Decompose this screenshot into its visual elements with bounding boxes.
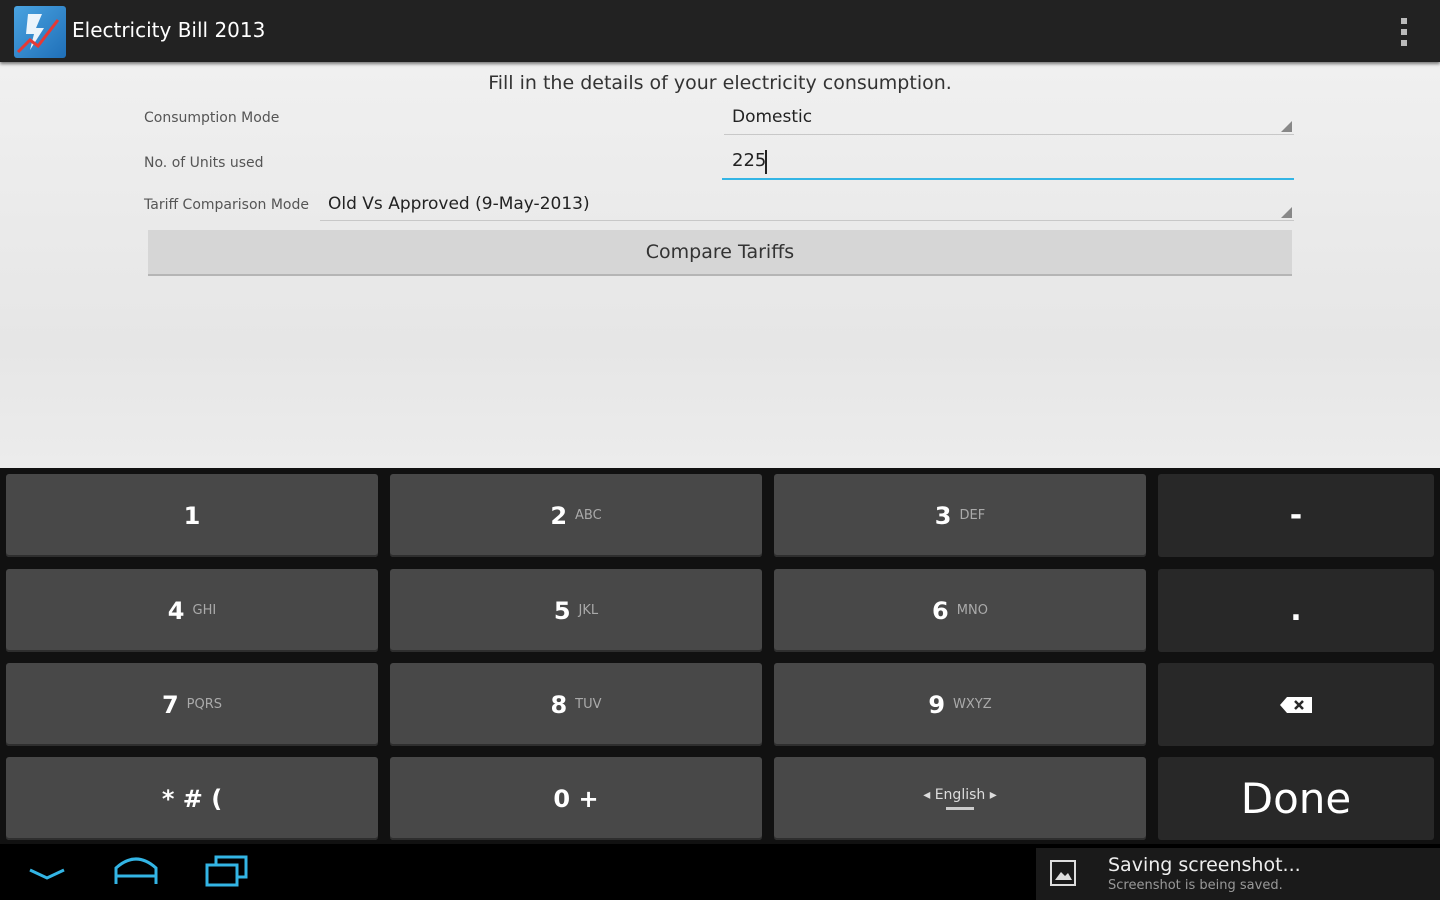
key-done[interactable]: Done: [1158, 757, 1434, 840]
form-area: Fill in the details of your electricity …: [0, 62, 1440, 468]
screenshot-notification[interactable]: Saving screenshot... Screenshot is being…: [1036, 848, 1440, 900]
notification-text: Screenshot is being saved.: [1108, 878, 1283, 893]
action-bar: Electricity Bill 2013: [0, 0, 1440, 62]
key-7[interactable]: 7 PQRS: [6, 663, 378, 746]
numeric-keyboard: 1 2 ABC 3 DEF - 4 GHI 5 JKL 6 MNO . 7 PQRS 8 TU…: [0, 468, 1440, 844]
key-1[interactable]: 1: [6, 474, 378, 557]
text-cursor: [765, 150, 767, 174]
spacebar-icon: [945, 807, 974, 810]
dropdown-arrow-icon: [1281, 207, 1292, 218]
dropdown-arrow-icon: [1281, 121, 1292, 132]
tariff-mode-label: Tariff Comparison Mode: [144, 197, 309, 213]
key-4[interactable]: 4 GHI: [6, 569, 378, 652]
consumption-mode-value: Domestic: [732, 107, 813, 127]
key-5[interactable]: 5 JKL: [390, 569, 762, 652]
image-icon: [1050, 860, 1076, 886]
key-period[interactable]: .: [1158, 569, 1434, 652]
consumption-mode-label: Consumption Mode: [144, 110, 280, 126]
units-label: No. of Units used: [144, 155, 264, 171]
key-symbols[interactable]: * # (: [6, 757, 378, 840]
language-label: ◂ English ▸: [923, 787, 997, 803]
backspace-icon: [1280, 696, 1312, 713]
notification-title: Saving screenshot...: [1108, 854, 1301, 876]
key-0[interactable]: 0 +: [390, 757, 762, 840]
tariff-mode-value: Old Vs Approved (9-May-2013): [328, 194, 590, 214]
overflow-menu-icon[interactable]: [1394, 16, 1414, 48]
units-input[interactable]: [722, 142, 1294, 180]
key-3[interactable]: 3 DEF: [774, 474, 1146, 557]
key-2[interactable]: 2 ABC: [390, 474, 762, 557]
app-title: Electricity Bill 2013: [72, 18, 266, 42]
key-8[interactable]: 8 TUV: [390, 663, 762, 746]
consumption-mode-spinner[interactable]: Domestic: [724, 102, 1294, 135]
key-language[interactable]: ◂ English ▸: [774, 757, 1146, 840]
key-9[interactable]: 9 WXYZ: [774, 663, 1146, 746]
key-backspace[interactable]: [1158, 663, 1434, 746]
instructions-text: Fill in the details of your electricity …: [488, 72, 952, 94]
tariff-mode-spinner[interactable]: Old Vs Approved (9-May-2013): [320, 188, 1294, 221]
key-6[interactable]: 6 MNO: [774, 569, 1146, 652]
home-icon[interactable]: [112, 854, 160, 888]
hide-keyboard-icon[interactable]: [28, 866, 66, 882]
compare-tariffs-button[interactable]: Compare Tariffs: [148, 230, 1292, 276]
key-minus[interactable]: -: [1158, 474, 1434, 557]
recent-apps-icon[interactable]: [204, 854, 250, 888]
app-logo-icon[interactable]: [14, 6, 66, 58]
